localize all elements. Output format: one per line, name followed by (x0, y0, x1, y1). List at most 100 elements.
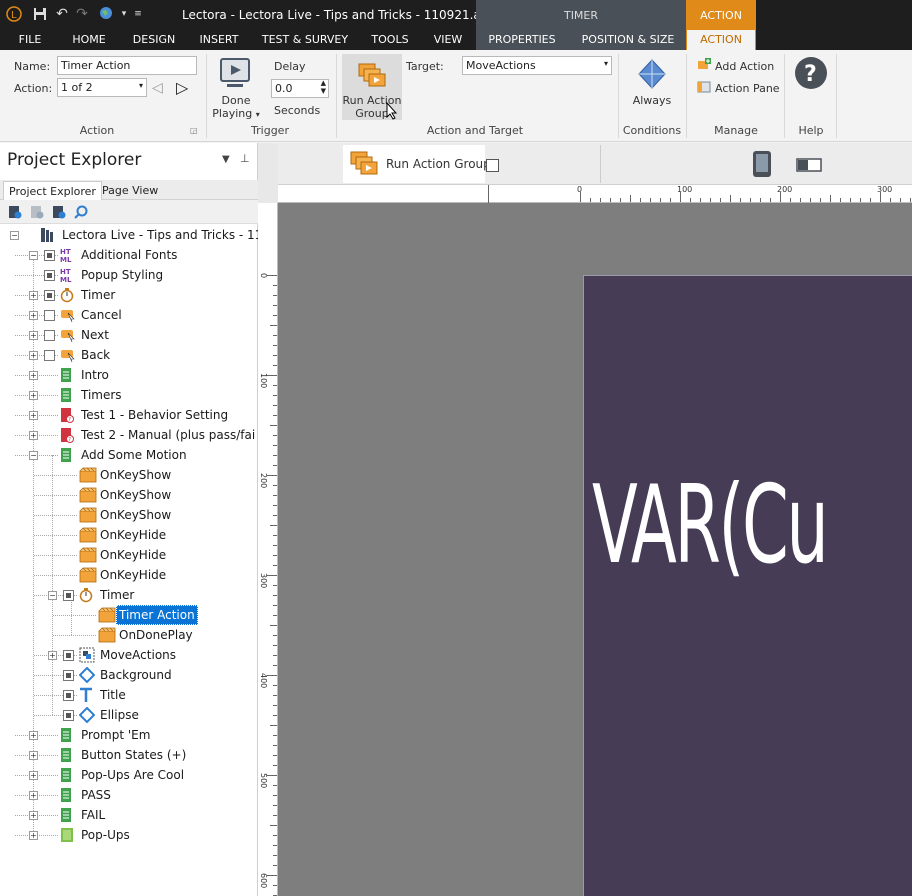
tree-item[interactable]: OnDonePlay (119, 625, 193, 645)
globe-icon[interactable] (98, 6, 114, 22)
tree-expander[interactable]: + (29, 771, 38, 780)
done-playing-icon[interactable] (219, 57, 251, 91)
tree-expander[interactable]: + (29, 831, 38, 840)
tree-expander[interactable]: − (29, 451, 38, 460)
tree-item[interactable]: Background (100, 665, 172, 685)
add-chapter-icon[interactable] (8, 205, 22, 222)
tree-item[interactable]: OnKeyShow (100, 505, 171, 525)
tree-expander[interactable]: + (29, 751, 38, 760)
redo-icon[interactable]: ↷ (74, 6, 90, 22)
save-icon[interactable] (32, 6, 48, 22)
tab-action[interactable]: ACTION (686, 30, 756, 50)
previous-action-icon[interactable]: ◁ (152, 80, 163, 96)
tab-design[interactable]: DESIGN (128, 30, 180, 50)
tree-expander[interactable]: − (10, 231, 19, 240)
tab-insert[interactable]: INSERT (194, 30, 244, 50)
visibility-checkbox[interactable] (44, 290, 55, 301)
tab-project-explorer[interactable]: Project Explorer (3, 181, 102, 200)
tree-expander[interactable]: + (29, 351, 38, 360)
tab-properties[interactable]: PROPERTIES (486, 30, 558, 50)
tree-expander[interactable]: + (29, 791, 38, 800)
tree-item[interactable]: Next (81, 325, 109, 345)
delay-stepper[interactable]: 0.0 ▲ ▼ (271, 79, 329, 98)
layout-toggle-icon[interactable] (796, 158, 822, 175)
tree-expander[interactable]: + (29, 311, 38, 320)
visibility-checkbox[interactable] (44, 310, 55, 321)
pin-icon[interactable]: ⊥ (240, 152, 250, 165)
visibility-checkbox[interactable] (63, 690, 74, 701)
tab-file[interactable]: FILE (10, 30, 50, 50)
tab-position-size[interactable]: POSITION & SIZE (578, 30, 678, 50)
tree-item[interactable]: OnKeyHide (100, 565, 166, 585)
visibility-checkbox[interactable] (44, 250, 55, 261)
target-select[interactable]: MoveActions ▾ (462, 56, 612, 75)
visibility-checkbox[interactable] (63, 590, 74, 601)
tree-item[interactable]: Title (100, 685, 126, 705)
tree-item[interactable]: Popup Styling (81, 265, 163, 285)
tree-expander[interactable]: + (29, 331, 38, 340)
tree-item[interactable]: OnKeyShow (100, 485, 171, 505)
search-icon[interactable] (74, 205, 88, 222)
tree-expander[interactable]: + (29, 391, 38, 400)
dialog-launcher-icon[interactable]: ◲ (190, 126, 198, 135)
tree-expander[interactable]: + (29, 811, 38, 820)
tree-expander[interactable]: + (29, 291, 38, 300)
name-field[interactable]: Timer Action (57, 56, 197, 75)
undo-icon[interactable]: ↶ (54, 6, 70, 22)
visibility-checkbox[interactable] (44, 330, 55, 341)
next-action-icon[interactable]: ▷ (176, 78, 188, 97)
always-label[interactable]: Always (624, 94, 680, 107)
panel-menu-icon[interactable]: ▼ (222, 154, 230, 165)
conditions-always-icon[interactable] (635, 57, 669, 91)
tab-view[interactable]: VIEW (428, 30, 468, 50)
tree-item[interactable]: Timers (81, 385, 122, 405)
stepper-arrows-icon[interactable]: ▲ ▼ (321, 80, 326, 95)
tree-item[interactable]: Cancel (81, 305, 122, 325)
tree-item[interactable]: Timer (100, 585, 134, 605)
lectora-logo-icon[interactable]: L (6, 6, 22, 22)
tree-expander[interactable]: + (29, 411, 38, 420)
action-pane-button[interactable]: Action Pane (715, 82, 780, 95)
tree-item[interactable]: Test 1 - Behavior Setting (81, 405, 228, 425)
tree-item[interactable]: Timer Action (116, 605, 198, 625)
visibility-checkbox[interactable] (44, 350, 55, 361)
tree-item[interactable]: Add Some Motion (81, 445, 187, 465)
tree-item[interactable]: OnKeyHide (100, 545, 166, 565)
tree-expander[interactable]: − (48, 591, 57, 600)
page-variable-text[interactable]: VAR(Cu (592, 472, 829, 580)
add-page-icon[interactable] (52, 205, 66, 222)
action-index-select[interactable]: 1 of 2 ▾ (57, 78, 147, 97)
add-action-button[interactable]: Add Action (715, 60, 774, 73)
tree-item[interactable]: MoveActions (100, 645, 176, 665)
customize-quick-access-icon[interactable]: ≡ (130, 6, 146, 22)
help-icon[interactable]: ? (794, 56, 828, 90)
tree-expander[interactable]: + (29, 431, 38, 440)
tree-expander[interactable]: + (29, 731, 38, 740)
tree-item[interactable]: FAIL (81, 805, 105, 825)
tree-item[interactable]: Prompt 'Em (81, 725, 150, 745)
tree-item[interactable]: Lectora Live - Tips and Tricks - 11 (62, 225, 262, 245)
tree-item[interactable]: Test 2 - Manual (plus pass/fai (81, 425, 255, 445)
visibility-checkbox[interactable] (63, 710, 74, 721)
tree-item[interactable]: Additional Fonts (81, 245, 177, 265)
tree-item[interactable]: OnKeyShow (100, 465, 171, 485)
done-playing-button[interactable]: Done Playing ▾ (208, 94, 264, 121)
tree-item[interactable]: Back (81, 345, 110, 365)
tab-test-survey[interactable]: TEST & SURVEY (260, 30, 350, 50)
tree-item[interactable]: Ellipse (100, 705, 139, 725)
add-section-icon[interactable] (30, 205, 44, 222)
tab-tools[interactable]: TOOLS (366, 30, 414, 50)
tree-item[interactable]: Pop-Ups Are Cool (81, 765, 184, 785)
toggle-checkbox[interactable] (486, 159, 499, 172)
tree-item[interactable]: Timer (81, 285, 115, 305)
tree-item[interactable]: Pop-Ups (81, 825, 130, 845)
visibility-checkbox[interactable] (63, 650, 74, 661)
tree-expander[interactable]: − (29, 251, 38, 260)
tree-expander[interactable]: + (29, 371, 38, 380)
mobile-device-icon[interactable] (752, 150, 772, 181)
tree-item[interactable]: Intro (81, 365, 109, 385)
tab-home[interactable]: HOME (66, 30, 112, 50)
tree-expander[interactable]: + (48, 651, 57, 660)
tree-item[interactable]: Button States (+) (81, 745, 186, 765)
tree-item[interactable]: PASS (81, 785, 111, 805)
